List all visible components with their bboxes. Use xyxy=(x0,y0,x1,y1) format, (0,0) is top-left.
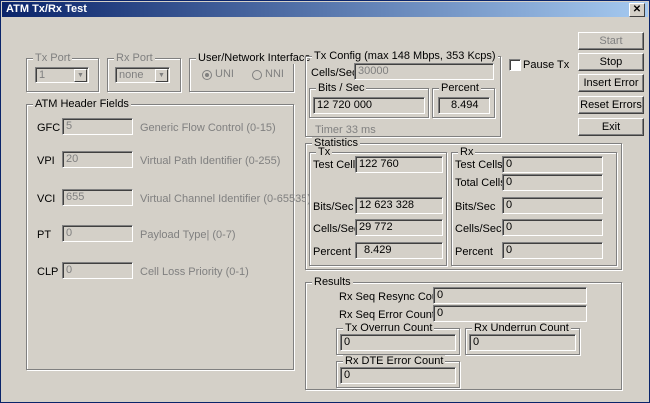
tx-config-group: Tx Config (max 148 Mbps, 353 Kcps) Cells… xyxy=(305,50,501,137)
rx-dte-error-title: Rx DTE Error Count xyxy=(343,355,446,367)
gfc-description: Generic Flow Control (0-15) xyxy=(140,122,276,134)
rx-underrun-title: Rx Underrun Count xyxy=(472,322,571,334)
rx-cells-sec-label: Cells/Sec xyxy=(455,223,502,235)
tx-cells-sec-stat-field[interactable]: 29 772 xyxy=(355,219,443,236)
rx-bits-sec-field[interactable]: 0 xyxy=(502,197,603,214)
tx-cells-sec-label: Cells/Sec xyxy=(311,67,358,79)
tx-cells-sec-stat-label: Cells/Sec xyxy=(313,223,360,235)
rx-total-cells-field[interactable]: 0 xyxy=(502,174,603,191)
rx-bits-sec-label: Bits/Sec xyxy=(455,201,496,213)
tx-cells-sec-field[interactable]: 30000 xyxy=(354,63,494,80)
pause-tx-checkbox[interactable] xyxy=(509,59,521,71)
rx-test-cells-label: Test Cells xyxy=(455,159,503,171)
clp-field[interactable]: 0 xyxy=(62,262,133,279)
gfc-label: GFC xyxy=(37,122,61,134)
atm-header-fields-title: ATM Header Fields xyxy=(33,98,131,110)
tx-test-cells-field[interactable]: 122 760 xyxy=(355,156,443,173)
nni-radio[interactable] xyxy=(252,70,262,80)
pt-label: PT xyxy=(37,229,52,241)
pt-field[interactable]: 0 xyxy=(62,225,133,242)
tx-bits-sec-stat-field[interactable]: 12 623 328 xyxy=(355,197,443,214)
tx-percent-stat-label: Percent xyxy=(313,246,351,258)
nni-radio-label: NNI xyxy=(265,68,284,80)
gfc-field[interactable]: 5 xyxy=(62,118,133,135)
tx-port-select[interactable]: 1 ▼ xyxy=(35,67,89,83)
tx-overrun-field[interactable]: 0 xyxy=(340,334,456,351)
rx-port-group: Rx Port none ▼ xyxy=(107,52,181,92)
rx-cells-sec-field[interactable]: 0 xyxy=(502,219,603,236)
pt-description: Payload Type| (0-7) xyxy=(140,229,236,241)
atm-test-window: ATM Tx/Rx Test ✕ Tx Port 1 ▼ Rx Port non… xyxy=(0,0,650,403)
tx-port-value: 1 xyxy=(39,69,46,81)
tx-config-title: Tx Config (max 148 Mbps, 353 Kcps) xyxy=(312,50,498,62)
tx-bits-sec-title: Bits / Sec xyxy=(316,82,367,94)
tx-bits-sec-group: Bits / Sec 12 720 000 xyxy=(309,82,429,118)
vci-description: Virtual Channel Identifier (0-65535) xyxy=(140,193,312,205)
uni-radio-label: UNI xyxy=(215,68,234,80)
rx-total-cells-label: Total Cells xyxy=(455,177,506,189)
stats-tx-group: Tx Test Cells 122 760 Bits/Sec 12 623 32… xyxy=(309,146,447,266)
stop-button[interactable]: Stop xyxy=(578,53,644,71)
title-bar: ATM Tx/Rx Test ✕ xyxy=(2,2,648,17)
rx-percent-label: Percent xyxy=(455,246,493,258)
vpi-label: VPI xyxy=(37,155,55,167)
tx-port-label: Tx Port xyxy=(33,52,73,64)
timer-label: Timer 33 ms xyxy=(315,124,376,136)
tx-bits-sec-stat-label: Bits/Sec xyxy=(313,201,354,213)
uni-nni-label: User/Network Interface xyxy=(196,52,313,64)
rx-dte-error-group: Rx DTE Error Count 0 xyxy=(336,355,460,388)
statistics-group: Statistics Tx Test Cells 122 760 Bits/Se… xyxy=(305,137,622,270)
results-title: Results xyxy=(312,276,353,288)
rx-port-label: Rx Port xyxy=(114,52,155,64)
stats-rx-group: Rx Test Cells 0 Total Cells 0 Bits/Sec 0… xyxy=(451,146,617,266)
tx-percent-field[interactable]: 8.494 xyxy=(438,97,490,114)
window-title: ATM Tx/Rx Test xyxy=(6,3,87,15)
tx-bits-sec-field[interactable]: 12 720 000 xyxy=(313,97,425,114)
pause-tx-label: Pause Tx xyxy=(523,59,570,71)
tx-port-group: Tx Port 1 ▼ xyxy=(26,52,99,92)
clp-description: Cell Loss Priority (0-1) xyxy=(140,266,249,278)
tx-overrun-group: Tx Overrun Count 0 xyxy=(336,322,460,355)
rx-seq-resync-field[interactable]: 0 xyxy=(433,287,587,304)
uni-radio[interactable] xyxy=(202,70,212,80)
tx-test-cells-label: Test Cells xyxy=(313,159,361,171)
clp-label: CLP xyxy=(37,266,59,278)
vci-field[interactable]: 655 xyxy=(62,189,133,206)
tx-percent-group: Percent 8.494 xyxy=(432,82,495,118)
stats-tx-title: Tx xyxy=(316,146,333,158)
vpi-description: Virtual Path Identifier (0-255) xyxy=(140,155,281,167)
chevron-down-icon[interactable]: ▼ xyxy=(155,69,168,82)
rx-percent-field[interactable]: 0 xyxy=(502,242,603,259)
chevron-down-icon[interactable]: ▼ xyxy=(74,69,87,82)
reset-errors-button[interactable]: Reset Errors xyxy=(578,96,644,114)
rx-seq-error-field[interactable]: 0 xyxy=(433,305,587,322)
exit-button[interactable]: Exit xyxy=(578,118,644,136)
results-group: Results Rx Seq Resync Count 0 Rx Seq Err… xyxy=(305,276,622,390)
start-button[interactable]: Start xyxy=(578,32,644,50)
rx-test-cells-field[interactable]: 0 xyxy=(502,156,603,173)
insert-error-button[interactable]: Insert Error xyxy=(578,74,644,92)
rx-seq-resync-label: Rx Seq Resync Count xyxy=(339,291,448,303)
rx-port-value: none xyxy=(119,69,144,81)
close-button[interactable]: ✕ xyxy=(629,3,645,17)
rx-seq-error-label: Rx Seq Error Count xyxy=(339,309,435,321)
rx-underrun-group: Rx Underrun Count 0 xyxy=(465,322,580,355)
rx-port-select[interactable]: none ▼ xyxy=(115,67,170,83)
stats-rx-title: Rx xyxy=(458,146,476,158)
uni-nni-group: User/Network Interface UNI NNI xyxy=(189,52,313,92)
rx-underrun-field[interactable]: 0 xyxy=(469,334,576,351)
tx-percent-title: Percent xyxy=(439,82,481,94)
tx-overrun-title: Tx Overrun Count xyxy=(343,322,435,334)
vpi-field[interactable]: 20 xyxy=(62,151,133,168)
atm-header-fields-group: ATM Header Fields GFC 5 Generic Flow Con… xyxy=(26,98,311,370)
vci-label: VCI xyxy=(37,193,56,205)
rx-dte-error-field[interactable]: 0 xyxy=(340,367,456,384)
tx-percent-stat-field[interactable]: 8.429 xyxy=(355,242,443,259)
